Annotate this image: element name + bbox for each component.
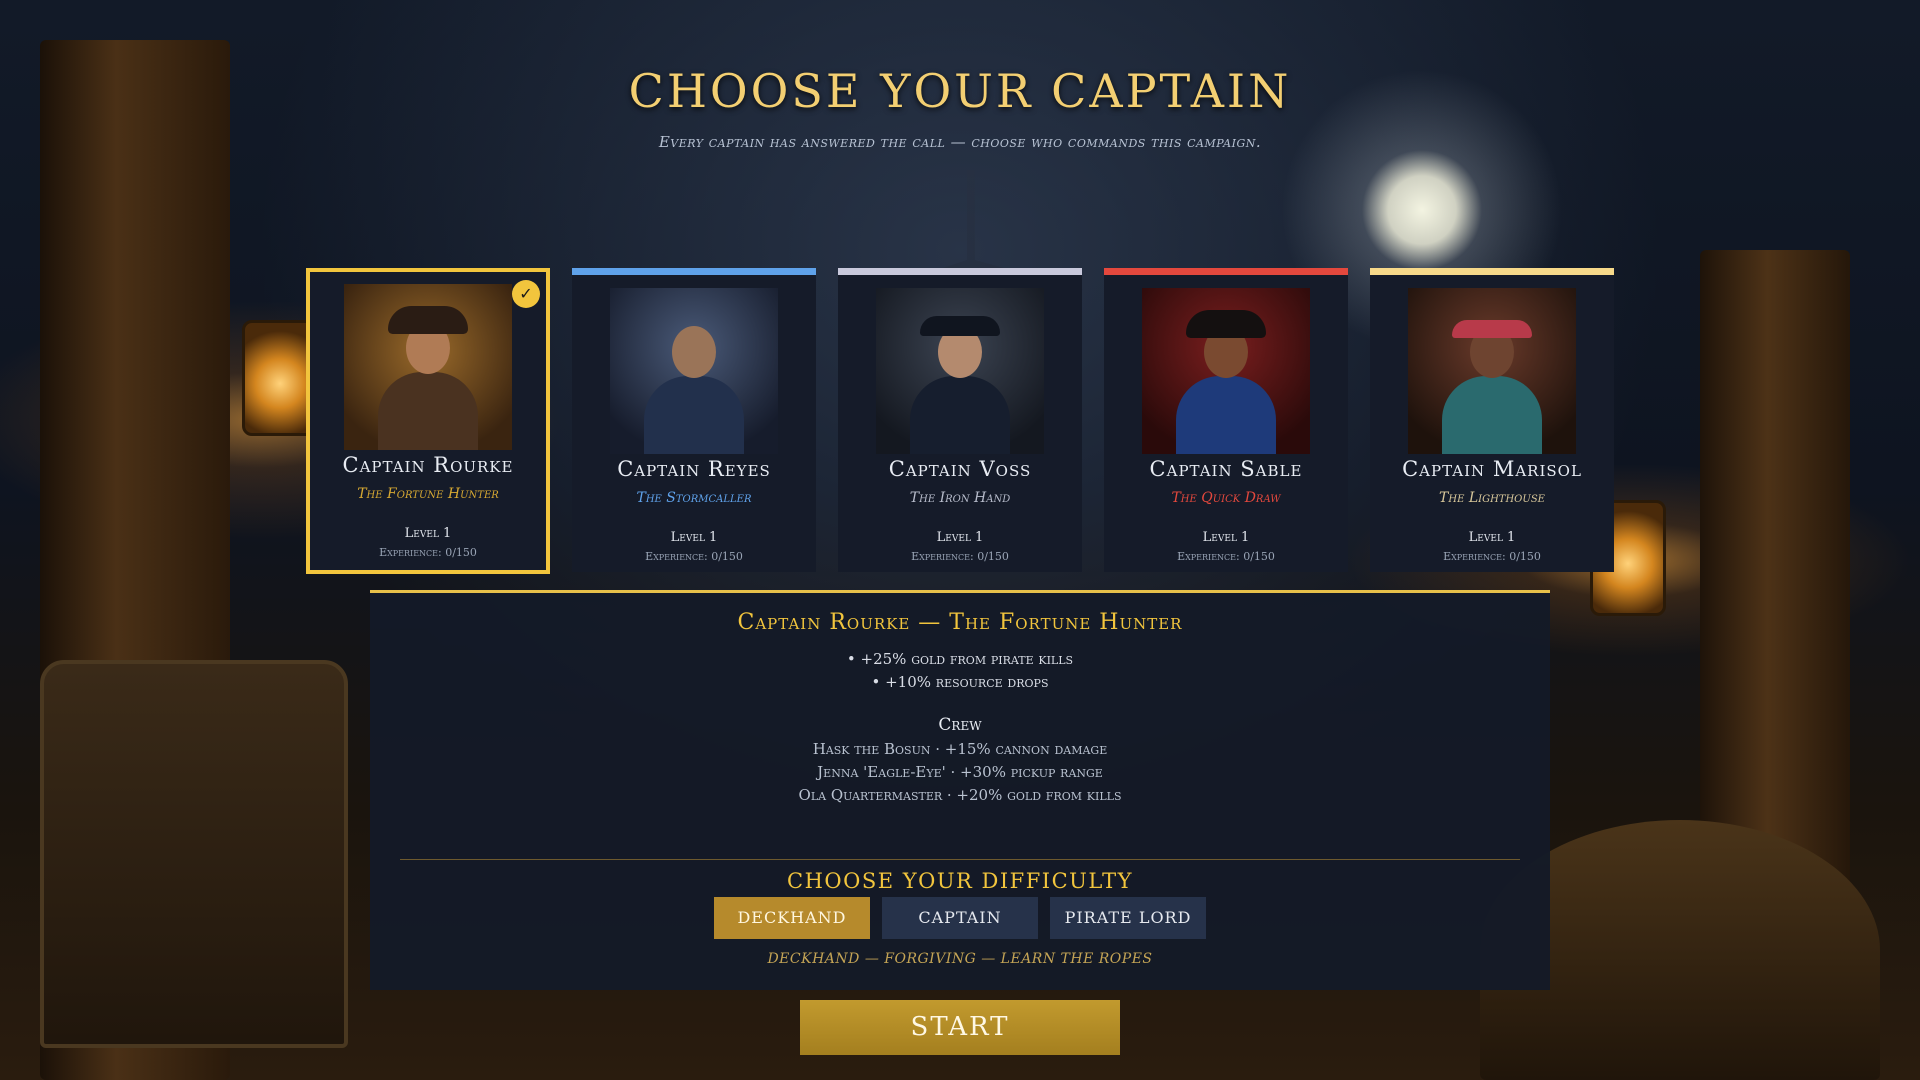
captain-level: Level 1: [936, 530, 984, 545]
captain-portrait: [1142, 288, 1310, 454]
crew-item: Hask the Bosun · +15% cannon damage: [812, 740, 1108, 758]
captain-epithet: The Iron Hand: [909, 490, 1011, 506]
crew-list: Hask the Bosun · +15% cannon damage Jenn…: [370, 738, 1550, 807]
captain-portrait: [1408, 288, 1576, 454]
detail-title: Captain Rourke — The Fortune Hunter: [737, 610, 1183, 635]
captain-experience: Experience: 0/150: [645, 550, 743, 563]
captain-card-reyes[interactable]: Captain Reyes The Stormcaller Level 1 Ex…: [572, 268, 816, 572]
captain-level: Level 1: [404, 526, 452, 541]
captain-detail-panel: Captain Rourke — The Fortune Hunter • +2…: [370, 590, 1550, 990]
perk-list: • +25% gold from pirate kills • +10% res…: [370, 648, 1550, 694]
treasure-chest: [40, 660, 348, 1048]
accent-bar: [1104, 268, 1348, 275]
captain-epithet: The Lighthouse: [1439, 490, 1545, 506]
captain-portrait: [876, 288, 1044, 454]
captain-level: Level 1: [1468, 530, 1516, 545]
captain-experience: Experience: 0/150: [1177, 550, 1275, 563]
crew-heading: Crew: [938, 715, 982, 735]
crew-item: Ola Quartermaster · +20% gold from kills: [798, 786, 1122, 804]
difficulty-deckhand-button[interactable]: Deckhand: [714, 897, 870, 939]
captain-experience: Experience: 0/150: [911, 550, 1009, 563]
captain-epithet: The Stormcaller: [636, 490, 752, 506]
captain-experience: Experience: 0/150: [379, 546, 477, 559]
captain-cards: ✓ Captain Rourke The Fortune Hunter Leve…: [0, 268, 1920, 574]
page-title: Choose Your Captain: [628, 64, 1292, 118]
captain-card-sable[interactable]: Captain Sable The Quick Draw Level 1 Exp…: [1104, 268, 1348, 572]
difficulty-description: Deckhand — Forgiving — Learn the ropes: [767, 951, 1153, 967]
perk-item: • +10% resource drops: [871, 673, 1049, 691]
difficulty-heading: Choose Your Difficulty: [787, 869, 1133, 893]
captain-level: Level 1: [1202, 530, 1250, 545]
captain-card-rourke[interactable]: ✓ Captain Rourke The Fortune Hunter Leve…: [306, 268, 550, 574]
difficulty-options: Deckhand Captain Pirate Lord: [370, 897, 1550, 939]
accent-bar: [572, 268, 816, 275]
crew-item: Jenna 'Eagle-Eye' · +30% pickup range: [817, 763, 1103, 781]
page-subtitle: Every captain has answered the call — ch…: [658, 133, 1262, 151]
accent-bar: [838, 268, 1082, 275]
start-button[interactable]: Start: [800, 1000, 1120, 1055]
accent-bar: [1370, 268, 1614, 275]
captain-name: Captain Marisol: [1402, 457, 1582, 481]
captain-name: Captain Voss: [888, 457, 1032, 481]
selected-check-icon: ✓: [512, 280, 540, 308]
captain-level: Level 1: [670, 530, 718, 545]
captain-experience: Experience: 0/150: [1443, 550, 1541, 563]
difficulty-pirate-lord-button[interactable]: Pirate Lord: [1050, 897, 1206, 939]
perk-item: • +25% gold from pirate kills: [846, 650, 1074, 668]
captain-portrait: [610, 288, 778, 454]
captain-name: Captain Sable: [1149, 457, 1303, 481]
divider: [400, 859, 1520, 860]
difficulty-captain-button[interactable]: Captain: [882, 897, 1038, 939]
captain-card-voss[interactable]: Captain Voss The Iron Hand Level 1 Exper…: [838, 268, 1082, 572]
captain-portrait: [344, 284, 512, 450]
captain-name: Captain Reyes: [617, 457, 771, 481]
captain-epithet: The Fortune Hunter: [357, 486, 499, 502]
captain-epithet: The Quick Draw: [1171, 490, 1281, 506]
captain-name: Captain Rourke: [342, 453, 514, 477]
captain-card-marisol[interactable]: Captain Marisol The Lighthouse Level 1 E…: [1370, 268, 1614, 572]
